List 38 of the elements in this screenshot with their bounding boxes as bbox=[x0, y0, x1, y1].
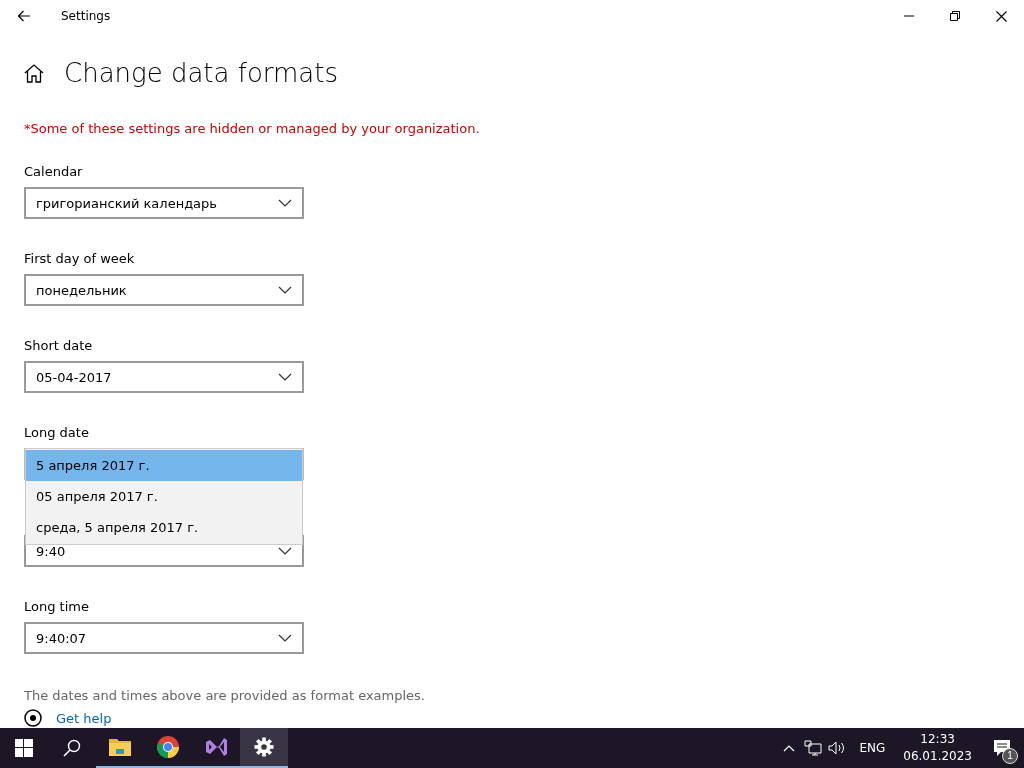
field-label: Long time bbox=[24, 598, 89, 615]
dropdown-option[interactable]: 5 апреля 2017 г. bbox=[26, 450, 302, 481]
dropdown[interactable]: 05-04-2017 bbox=[24, 361, 304, 393]
help-icon bbox=[24, 709, 42, 727]
taskbar-app[interactable] bbox=[240, 728, 288, 768]
gear-icon bbox=[254, 737, 274, 757]
dropdown[interactable]: григорианский календарь bbox=[24, 187, 304, 219]
folder-icon bbox=[108, 737, 132, 757]
clock[interactable]: 12:33 06.01.2023 bbox=[895, 731, 980, 765]
chevron-down-icon bbox=[278, 199, 292, 207]
minimize-icon bbox=[904, 15, 914, 17]
chrome-icon bbox=[156, 735, 180, 759]
notification-count: 1 bbox=[1002, 748, 1018, 764]
dropdown[interactable]: понедельник bbox=[24, 274, 304, 306]
notice-text: *Some of these settings are hidden or managed by your organization. bbox=[24, 121, 480, 136]
get-help-link[interactable]: Get help bbox=[56, 710, 112, 726]
restore-icon bbox=[950, 11, 960, 21]
visual-studio-icon bbox=[204, 735, 228, 759]
close-icon bbox=[995, 10, 1007, 22]
field-label: Long date bbox=[24, 424, 89, 441]
dropdown-option[interactable]: 05 апреля 2017 г. bbox=[26, 481, 302, 512]
chevron-down-icon bbox=[278, 634, 292, 642]
window-title: Settings bbox=[61, 9, 112, 23]
search-icon bbox=[63, 739, 81, 757]
field-label: Short date bbox=[24, 337, 93, 354]
chevron-down-icon bbox=[278, 547, 292, 555]
back-arrow-icon bbox=[17, 10, 31, 22]
windows-logo-icon bbox=[15, 739, 33, 757]
home-icon[interactable] bbox=[24, 63, 44, 83]
chevron-down-icon bbox=[278, 373, 292, 381]
field-label: Calendar bbox=[24, 163, 83, 180]
dropdown[interactable]: 9:40:07 bbox=[24, 622, 304, 654]
chevron-down-icon bbox=[278, 286, 292, 294]
language-indicator[interactable]: ENG bbox=[849, 728, 896, 768]
field-label: First day of week bbox=[24, 250, 135, 267]
page-title: Change data formats bbox=[64, 58, 339, 88]
notification-button[interactable]: 1 bbox=[980, 728, 1024, 768]
footnote-text: The dates and times above are provided as format examples. bbox=[24, 688, 425, 703]
